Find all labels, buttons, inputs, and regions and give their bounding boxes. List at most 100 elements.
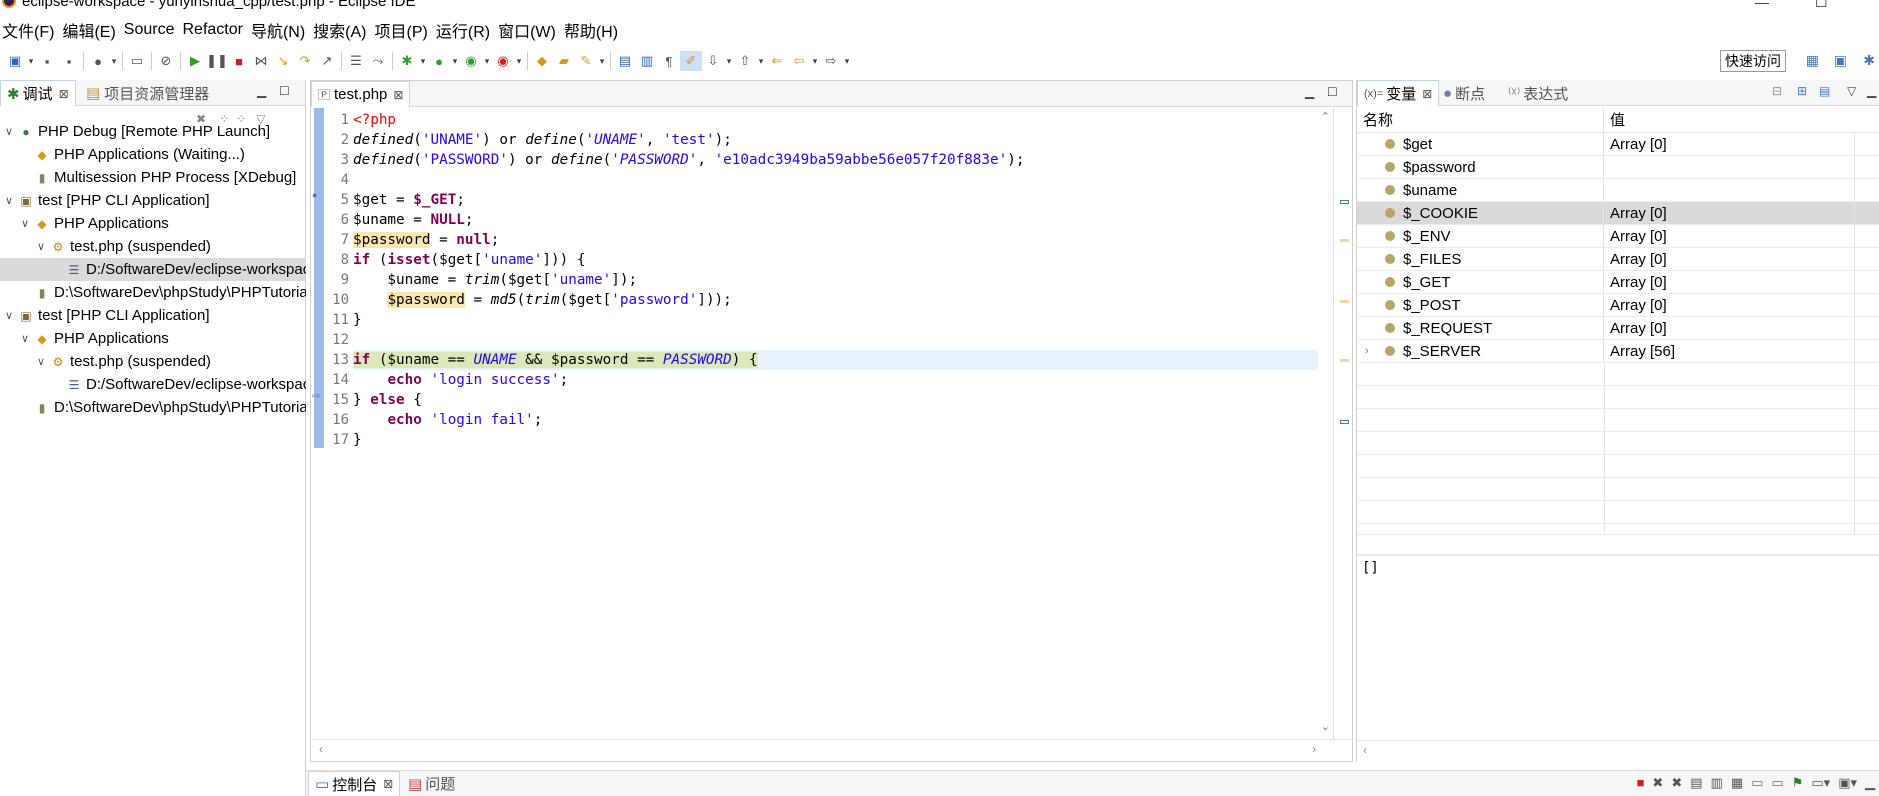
run-dropdown-icon[interactable]: ▾ <box>450 56 460 67</box>
run-external-dropdown-icon[interactable]: ▾ <box>482 56 492 67</box>
ruler-marker[interactable] <box>1340 200 1349 204</box>
back-dropdown-icon[interactable]: ▾ <box>810 56 820 67</box>
debug-dropdown-icon[interactable]: ▾ <box>418 56 428 67</box>
external-tools-icon[interactable]: ◉ <box>492 51 514 71</box>
menu-edit[interactable]: 编辑(E) <box>62 18 123 42</box>
toggle-block-selection-icon[interactable]: ▥ <box>636 51 658 71</box>
variable-row[interactable]: $_POST Array [0] <box>1357 294 1879 317</box>
debug-tree-item[interactable]: ◆ PHP Applications (Waiting...) <box>0 143 306 166</box>
minimize-button[interactable]: — <box>1755 0 1769 10</box>
prev-annotation-icon[interactable]: ⇧ <box>734 51 756 71</box>
open-console-icon[interactable]: ▣▾ <box>1838 775 1857 791</box>
debug-tree-item[interactable]: ∨ ▣ test [PHP CLI Application] <box>0 189 306 212</box>
new-dropdown-icon[interactable]: ▾ <box>26 56 36 67</box>
new-icon[interactable]: ▣ <box>4 51 26 71</box>
tab-breakpoints[interactable]: ● 断点 <box>1437 80 1491 106</box>
code-content[interactable]: <?php defined('UNAME') or define('UNAME'… <box>353 110 1318 450</box>
toggle-mark-occurrences-icon[interactable]: ▤ <box>614 51 636 71</box>
debug-tree-item[interactable]: ▮ Multisession PHP Process [XDebug] <box>0 166 306 189</box>
collapse-all-icon[interactable]: ⊟ <box>1772 84 1782 98</box>
word-wrap-icon[interactable]: ▦ <box>1731 775 1743 791</box>
debug-perspective-icon[interactable]: ✱ <box>1863 52 1875 69</box>
tab-console[interactable]: ▭ 控制台 ⊠ <box>308 771 401 796</box>
remove-launch-icon[interactable]: ✖ <box>1652 775 1663 791</box>
user-icon[interactable]: ● <box>87 51 109 71</box>
column-name[interactable]: 名称 <box>1357 107 1604 132</box>
tab-project-explorer[interactable]: ▤ 项目资源管理器 <box>80 80 215 106</box>
view-menu-icon[interactable]: ▽ <box>1847 84 1856 98</box>
maximize-button[interactable]: ☐ <box>1815 0 1828 11</box>
menu-help[interactable]: 帮助(H) <box>564 18 626 42</box>
scroll-left-icon[interactable]: ‹ <box>319 742 323 756</box>
step-into-icon[interactable]: ↘ <box>272 51 294 71</box>
drop-to-frame-icon[interactable]: ☰ <box>345 51 367 71</box>
debug-tree-item[interactable]: ▮ D:\SoftwareDev\phpStudy\PHPTutorial <box>0 281 306 304</box>
expand-arrow-icon[interactable]: › <box>1365 345 1369 357</box>
ruler-marker[interactable] <box>1340 420 1349 424</box>
tab-debug[interactable]: ✱ 调试 ⊠ <box>0 80 76 106</box>
expand-arrow-icon[interactable]: ∨ <box>2 309 16 322</box>
open-perspective-icon[interactable]: ▦ <box>1806 52 1819 69</box>
minimize-editor-icon[interactable]: ▁ <box>1305 85 1314 99</box>
remove-all-terminated-icon[interactable]: ✖ <box>1671 775 1682 791</box>
show-type-names-icon[interactable]: ⊞ <box>1797 84 1807 98</box>
expand-arrow-icon[interactable]: ∨ <box>2 194 16 207</box>
variable-row[interactable]: › $_SERVER Array [56] <box>1357 340 1879 363</box>
debug-tree-item[interactable]: ☰ D:/SoftwareDev/eclipse-workspace <box>0 373 306 396</box>
debug-tree-item[interactable]: ∨ ⚙ test.php (suspended) <box>0 235 306 258</box>
close-icon[interactable]: ⊠ <box>1422 87 1432 101</box>
last-edit-location-icon[interactable]: ⇐ <box>766 51 788 71</box>
variable-row[interactable]: $_REQUEST Array [0] <box>1357 317 1879 340</box>
run-icon[interactable]: ● <box>428 51 450 71</box>
forward-icon[interactable]: ⇨ <box>820 51 842 71</box>
scroll-lock-icon[interactable]: ▥ <box>1711 775 1723 791</box>
step-over-icon[interactable]: ↷ <box>294 51 316 71</box>
variable-row[interactable]: $_GET Array [0] <box>1357 271 1879 294</box>
ruler-marker[interactable] <box>1340 359 1349 362</box>
open-folder-icon[interactable]: ▰ <box>553 51 575 71</box>
variable-row[interactable]: $uname <box>1357 179 1879 202</box>
menu-project[interactable]: 项目(P) <box>375 18 436 42</box>
next-annotation-icon[interactable]: ⇩ <box>702 51 724 71</box>
user-dropdown-icon[interactable]: ▾ <box>109 56 119 67</box>
show-on-stdout-icon[interactable]: ▭ <box>1751 775 1763 791</box>
ruler-marker[interactable] <box>1340 300 1349 303</box>
layout-icon[interactable]: ▤ <box>1819 84 1830 98</box>
detail-splitter[interactable] <box>1357 554 1879 556</box>
scroll-right-icon[interactable]: › <box>1312 742 1316 756</box>
disconnect-icon[interactable]: ⋈ <box>250 51 272 71</box>
expand-arrow-icon[interactable]: ∨ <box>2 125 16 138</box>
display-console-icon[interactable]: ▭▾ <box>1811 775 1830 791</box>
variable-row[interactable]: $get Array [0] <box>1357 133 1879 156</box>
minimize-view-icon[interactable]: ▁ <box>1867 84 1876 98</box>
maximize-view-icon[interactable]: ☐ <box>279 84 290 98</box>
menu-window[interactable]: 窗口(W) <box>498 18 564 42</box>
menu-navigate[interactable]: 导航(N) <box>251 18 313 42</box>
variable-row[interactable]: $_ENV Array [0] <box>1357 225 1879 248</box>
forward-dropdown-icon[interactable]: ▾ <box>842 56 852 67</box>
use-step-filters-icon[interactable]: ⤳ <box>367 51 389 71</box>
show-whitespace-icon[interactable]: ¶ <box>658 51 680 71</box>
scroll-down-icon[interactable]: ⌄ <box>1321 720 1330 733</box>
expand-arrow-icon[interactable]: ∨ <box>34 355 48 368</box>
close-editor-icon[interactable]: ⊠ <box>393 88 403 102</box>
expand-arrow-icon[interactable]: ∨ <box>34 240 48 253</box>
back-icon[interactable]: ⇦ <box>788 51 810 71</box>
debug-tree-item[interactable]: ∨ ▣ test [PHP CLI Application] <box>0 304 306 327</box>
php-perspective-icon[interactable]: ▣ <box>1834 52 1847 69</box>
open-task-dropdown-icon[interactable]: ▾ <box>597 56 607 67</box>
terminal-icon[interactable]: ▭ <box>126 51 148 71</box>
menu-run[interactable]: 运行(R) <box>436 18 498 42</box>
maximize-editor-icon[interactable]: ☐ <box>1327 85 1338 99</box>
menu-source[interactable]: Source <box>124 21 183 39</box>
save-icon[interactable]: ▪ <box>36 51 58 71</box>
open-task-icon[interactable]: ✎ <box>575 51 597 71</box>
menu-refactor[interactable]: Refactor <box>182 21 250 39</box>
expand-arrow-icon[interactable]: ∨ <box>18 332 32 345</box>
debug-tree-item[interactable]: ∨ ⚙ test.php (suspended) <box>0 350 306 373</box>
vertical-scrollbar[interactable] <box>1333 108 1334 739</box>
debug-tree-item[interactable]: ▮ D:\SoftwareDev\phpStudy\PHPTutorial <box>0 396 306 419</box>
debug-tree-item[interactable]: ∨ ◆ PHP Applications <box>0 212 306 235</box>
open-type-icon[interactable]: ◆ <box>531 51 553 71</box>
minimize-view-icon[interactable]: ▁ <box>1865 775 1875 791</box>
